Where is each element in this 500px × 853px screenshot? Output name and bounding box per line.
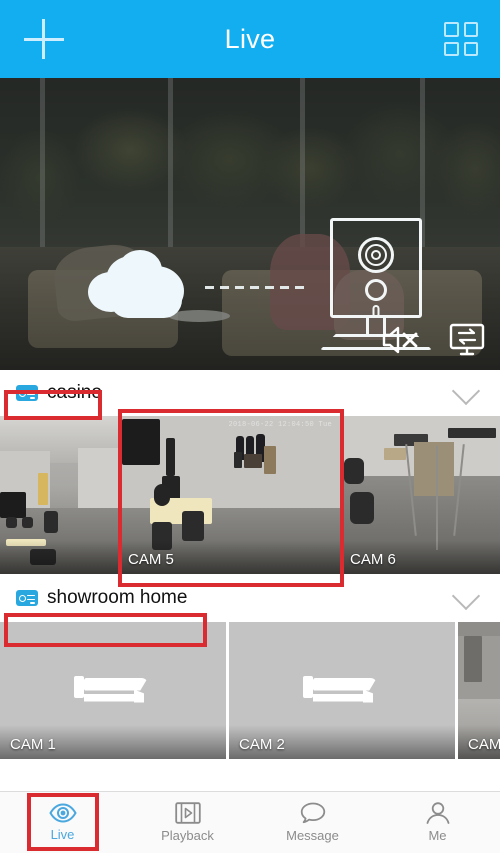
feed-object bbox=[0, 491, 26, 518]
person-icon bbox=[426, 802, 449, 824]
speaker-mute-icon[interactable] bbox=[380, 323, 420, 357]
feed-easel bbox=[414, 442, 454, 496]
nvr-device-icon bbox=[16, 590, 38, 606]
page-title: Live bbox=[224, 23, 276, 54]
grid-cell bbox=[444, 41, 459, 56]
feed-object bbox=[234, 452, 242, 468]
feed-object bbox=[464, 635, 482, 682]
camera-label: CAM 6 bbox=[350, 551, 396, 568]
camera-label: CAM 1 bbox=[10, 736, 56, 753]
group-name-label: showroom home bbox=[47, 587, 188, 608]
cloud-icon bbox=[88, 250, 198, 322]
feed-object bbox=[44, 510, 58, 533]
tab-label: Playback bbox=[161, 828, 214, 843]
grid-cell bbox=[444, 22, 459, 37]
camera-mount bbox=[74, 675, 84, 698]
tab-live[interactable]: Live bbox=[0, 792, 125, 853]
camera-lens bbox=[358, 237, 394, 273]
camera-slot bbox=[372, 305, 380, 318]
label-scrim bbox=[0, 540, 118, 574]
feed-chair bbox=[344, 458, 364, 484]
tab-me[interactable]: Me bbox=[375, 792, 500, 853]
camera-sensor bbox=[365, 279, 387, 301]
feed-object bbox=[6, 517, 17, 529]
feed-object bbox=[264, 446, 276, 474]
camera-thumb[interactable] bbox=[0, 416, 118, 574]
nvr-indicator bbox=[19, 594, 26, 602]
tab-playback[interactable]: Playback bbox=[125, 792, 250, 853]
feed-object bbox=[22, 517, 33, 529]
group-header-casino[interactable]: casino bbox=[0, 370, 500, 416]
chevron-down-icon[interactable] bbox=[451, 581, 481, 611]
tab-label: Live bbox=[50, 827, 75, 842]
banner-controls bbox=[380, 322, 486, 358]
nvr-line bbox=[30, 397, 35, 399]
camera-thumb-cam2[interactable]: CAM 2 bbox=[229, 622, 455, 759]
feed-chair bbox=[182, 511, 204, 541]
bottom-navigation: Live Playback Message Me bbox=[0, 791, 500, 853]
nvr-line bbox=[27, 389, 35, 392]
tab-message[interactable]: Message bbox=[250, 792, 375, 853]
feed-tv bbox=[122, 419, 160, 465]
feed-chair bbox=[350, 492, 374, 524]
nvr-line bbox=[30, 602, 35, 604]
nvr-line bbox=[27, 598, 35, 601]
stream-switch-icon[interactable] bbox=[448, 322, 486, 358]
feed-object bbox=[448, 428, 496, 438]
camera-thumb-cam6[interactable]: CAM 6 bbox=[340, 416, 500, 574]
nvr-device-icon bbox=[16, 385, 38, 401]
feed-speaker bbox=[166, 438, 175, 476]
live-view-screen: Live casino 2018-06-22 12:04:50 Tue CAM … bbox=[0, 0, 500, 853]
feed-chair bbox=[154, 484, 170, 506]
tab-label: Me bbox=[428, 828, 447, 843]
add-device-button[interactable] bbox=[22, 17, 66, 61]
camera-mount bbox=[303, 675, 313, 698]
camera-thumb-cam1[interactable]: CAM 1 bbox=[0, 622, 226, 759]
feed-object bbox=[384, 448, 406, 460]
bullet-camera-icon bbox=[303, 675, 381, 706]
group-title-wrap: showroom home bbox=[16, 587, 187, 609]
nvr-line bbox=[27, 594, 35, 597]
camera-tail bbox=[363, 689, 373, 703]
camera-label: CAM 2 bbox=[239, 736, 285, 753]
camera-label: CAM 5 bbox=[128, 551, 174, 568]
camera-strip-casino[interactable]: 2018-06-22 12:04:50 Tue CAM 5 CAM 6 bbox=[0, 416, 500, 574]
camera-arm bbox=[84, 693, 142, 702]
group-name-label: casino bbox=[47, 382, 102, 403]
nvr-indicator bbox=[19, 389, 26, 397]
bullet-camera-icon bbox=[74, 675, 152, 706]
chevron-down-icon[interactable] bbox=[451, 376, 481, 406]
tab-label: Message bbox=[286, 828, 339, 843]
camera-thumb-cam3[interactable]: CAM 3 bbox=[458, 622, 500, 759]
feed-easel-leg bbox=[436, 446, 438, 550]
grid-cell bbox=[463, 22, 478, 37]
feed-timestamp: 2018-06-22 12:04:50 Tue bbox=[228, 421, 332, 429]
grid-cell bbox=[463, 41, 478, 56]
camera-label: CAM 3 bbox=[468, 736, 500, 753]
camera-barrel bbox=[84, 677, 148, 691]
playback-icon bbox=[174, 802, 201, 824]
camera-arm bbox=[313, 693, 371, 702]
nvr-line bbox=[27, 393, 35, 396]
connection-dashed-line bbox=[205, 286, 310, 289]
camera-strip-showroom[interactable]: CAM 1 CAM 2 CAM 3 bbox=[0, 622, 500, 759]
camera-tail bbox=[134, 689, 144, 703]
feed-object bbox=[38, 472, 48, 505]
feed-object bbox=[244, 454, 262, 468]
cloud-camera-promo-banner[interactable] bbox=[0, 78, 500, 370]
cloud-puff bbox=[110, 282, 182, 318]
grid-view-icon[interactable] bbox=[444, 22, 478, 56]
group-title-wrap: casino bbox=[16, 382, 102, 404]
eye-icon bbox=[48, 803, 77, 823]
camera-body bbox=[330, 218, 422, 318]
camera-barrel bbox=[313, 677, 377, 691]
group-header-showroom[interactable]: showroom home bbox=[0, 574, 500, 622]
message-bubble-icon bbox=[300, 802, 325, 824]
camera-thumb-cam5[interactable]: 2018-06-22 12:04:50 Tue CAM 5 bbox=[118, 416, 340, 574]
app-header: Live bbox=[0, 0, 500, 78]
